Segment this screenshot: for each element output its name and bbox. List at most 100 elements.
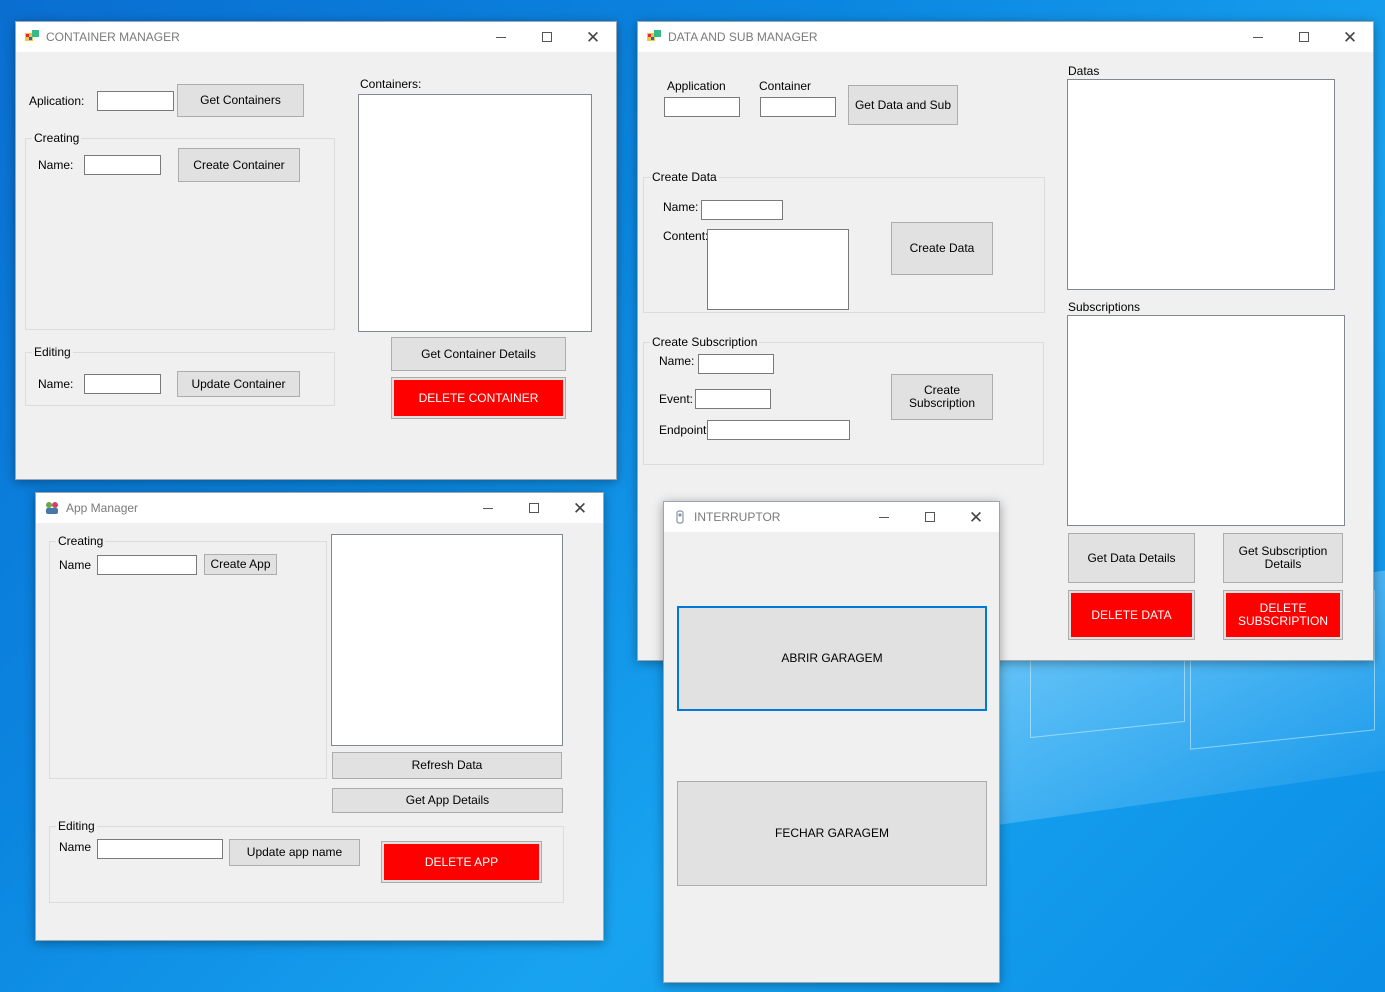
- close-button[interactable]: ✕: [557, 493, 603, 523]
- maximize-icon: [925, 512, 935, 522]
- get-container-details-button[interactable]: Get Container Details: [391, 337, 566, 371]
- app-form-icon: [25, 30, 39, 41]
- sub-event-input[interactable]: [695, 389, 771, 409]
- create-name-label: Name: [59, 558, 92, 572]
- sub-name-label: Name:: [659, 354, 695, 368]
- close-button[interactable]: ✕: [953, 502, 999, 532]
- close-icon: ✕: [585, 27, 601, 47]
- maximize-button[interactable]: [907, 502, 953, 532]
- aplication-label: Aplication:: [29, 94, 85, 108]
- close-button[interactable]: ✕: [570, 22, 616, 52]
- container-input[interactable]: [760, 97, 836, 117]
- edit-name-input[interactable]: [84, 374, 161, 394]
- get-containers-button[interactable]: Get Containers: [177, 84, 304, 117]
- window-title: DATA AND SUB MANAGER: [668, 30, 818, 44]
- create-container-button[interactable]: Create Container: [178, 148, 300, 182]
- aplication-input[interactable]: [97, 91, 174, 111]
- edit-app-name-input[interactable]: [97, 839, 223, 859]
- switch-icon: [676, 510, 684, 524]
- maximize-button[interactable]: [524, 22, 570, 52]
- create-app-name-input[interactable]: [97, 555, 197, 575]
- app-form-icon: [647, 30, 661, 41]
- delete-container-button[interactable]: DELETE CONTAINER: [391, 377, 566, 419]
- create-data-button[interactable]: Create Data: [891, 222, 993, 275]
- minimize-icon: [483, 507, 493, 509]
- sub-endpoint-input[interactable]: [707, 420, 850, 440]
- window-title: App Manager: [66, 501, 139, 515]
- get-data-and-sub-button[interactable]: Get Data and Sub: [848, 85, 958, 125]
- data-name-label: Name:: [663, 200, 699, 214]
- delete-app-button[interactable]: DELETE APP: [381, 841, 542, 883]
- title-bar: App Manager ✕: [36, 493, 603, 523]
- maximize-button[interactable]: [511, 493, 557, 523]
- title-bar: CONTAINER MANAGER ✕: [16, 22, 616, 52]
- container-manager-window: CONTAINER MANAGER ✕ Aplication: Get Cont…: [15, 21, 617, 480]
- title-bar: DATA AND SUB MANAGER ✕: [638, 22, 1373, 52]
- data-content-label: Content:: [663, 229, 709, 243]
- editing-group-title: Editing: [56, 819, 97, 833]
- delete-data-label: DELETE DATA: [1071, 593, 1192, 637]
- close-icon: ✕: [1342, 27, 1358, 47]
- application-label: Application: [667, 79, 726, 93]
- minimize-button[interactable]: [465, 493, 511, 523]
- containers-listbox[interactable]: [358, 94, 592, 332]
- editing-group-title: Editing: [32, 345, 73, 359]
- apps-listbox[interactable]: [331, 534, 563, 746]
- refresh-data-button[interactable]: Refresh Data: [332, 752, 562, 779]
- sub-name-input[interactable]: [698, 354, 774, 374]
- update-app-name-button[interactable]: Update app name: [229, 839, 360, 866]
- creating-group-title: Creating: [32, 131, 82, 145]
- maximize-icon: [529, 503, 539, 513]
- get-app-details-button[interactable]: Get App Details: [332, 788, 563, 813]
- create-data-group-title: Create Data: [650, 170, 719, 184]
- window-title: CONTAINER MANAGER: [46, 30, 180, 44]
- delete-container-label: DELETE CONTAINER: [394, 380, 563, 416]
- create-subscription-button[interactable]: Create Subscription: [891, 374, 993, 420]
- interruptor-window: INTERRUPTOR ✕ ABRIR GARAGEM FECHAR GARAG…: [663, 501, 1000, 983]
- minimize-button[interactable]: [1235, 22, 1281, 52]
- maximize-icon: [1299, 32, 1309, 42]
- close-icon: ✕: [968, 507, 984, 527]
- app-people-icon: [46, 502, 58, 514]
- data-content-textarea[interactable]: [707, 229, 849, 310]
- app-manager-window: App Manager ✕ Creating Name Create App R…: [35, 492, 604, 941]
- window-title: INTERRUPTOR: [694, 510, 781, 524]
- application-input[interactable]: [664, 97, 740, 117]
- close-icon: ✕: [572, 498, 588, 518]
- title-bar: INTERRUPTOR ✕: [664, 502, 999, 532]
- creating-group: Creating: [49, 534, 327, 779]
- delete-subscription-label: DELETE SUBSCRIPTION: [1226, 593, 1340, 637]
- delete-data-button[interactable]: DELETE DATA: [1068, 590, 1195, 640]
- maximize-button[interactable]: [1281, 22, 1327, 52]
- create-subscription-group-title: Create Subscription: [650, 335, 760, 349]
- delete-subscription-button[interactable]: DELETE SUBSCRIPTION: [1223, 590, 1343, 640]
- edit-name-label: Name:: [38, 377, 74, 391]
- abrir-garagem-button[interactable]: ABRIR GARAGEM: [677, 606, 987, 711]
- sub-event-label: Event:: [659, 392, 694, 406]
- creating-group-title: Creating: [56, 534, 106, 548]
- get-subscription-details-button[interactable]: Get Subscription Details: [1223, 533, 1343, 583]
- edit-name-label: Name: [59, 840, 92, 854]
- close-button[interactable]: ✕: [1327, 22, 1373, 52]
- create-app-button[interactable]: Create App: [204, 554, 277, 575]
- datas-listbox[interactable]: [1067, 79, 1335, 290]
- create-name-label: Name:: [38, 158, 74, 172]
- delete-app-label: DELETE APP: [384, 844, 539, 880]
- maximize-icon: [542, 32, 552, 42]
- minimize-button[interactable]: [861, 502, 907, 532]
- create-name-input[interactable]: [84, 155, 161, 175]
- minimize-icon: [496, 36, 506, 38]
- containers-label: Containers:: [360, 77, 422, 91]
- minimize-button[interactable]: [478, 22, 524, 52]
- minimize-icon: [1253, 36, 1263, 38]
- subscriptions-listbox[interactable]: [1067, 315, 1345, 526]
- minimize-icon: [879, 516, 889, 518]
- get-data-details-button[interactable]: Get Data Details: [1068, 533, 1195, 583]
- sub-endpoint-label: Endpoint: [659, 423, 707, 437]
- update-container-button[interactable]: Update Container: [177, 371, 300, 397]
- subscriptions-label: Subscriptions: [1068, 300, 1141, 314]
- fechar-garagem-button[interactable]: FECHAR GARAGEM: [677, 781, 987, 886]
- container-label: Container: [759, 79, 812, 93]
- datas-label: Datas: [1068, 64, 1100, 78]
- data-name-input[interactable]: [701, 200, 783, 220]
